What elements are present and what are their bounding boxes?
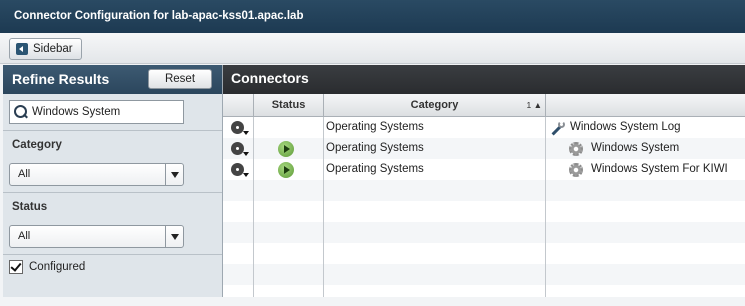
category-label: Category bbox=[12, 139, 62, 151]
divider bbox=[3, 254, 222, 255]
column-header-category[interactable]: Category 1 ▲ bbox=[324, 94, 546, 117]
window-title: Connector Configuration for lab-apac-kss… bbox=[0, 0, 745, 33]
empty-row bbox=[223, 285, 745, 306]
empty-row bbox=[223, 264, 745, 285]
row-name: Windows System Log bbox=[570, 121, 681, 133]
configured-label: Configured bbox=[29, 261, 86, 273]
column-header-actions[interactable] bbox=[223, 94, 254, 117]
divider bbox=[3, 130, 222, 131]
gear-icon bbox=[569, 142, 583, 156]
row-category: Operating Systems bbox=[326, 142, 424, 154]
sidebar-button-label: Sidebar bbox=[33, 43, 73, 55]
column-divider bbox=[545, 117, 546, 297]
status-running-icon bbox=[278, 162, 294, 178]
column-header-name[interactable] bbox=[546, 94, 745, 117]
divider bbox=[3, 192, 222, 193]
row-name: Windows System For KIWI bbox=[591, 163, 728, 175]
search-icon bbox=[14, 105, 28, 119]
refine-title: Refine Results bbox=[12, 71, 110, 87]
empty-row bbox=[223, 180, 745, 201]
row-category: Operating Systems bbox=[326, 121, 424, 133]
category-header-label: Category bbox=[410, 99, 459, 111]
connectors-title: Connectors bbox=[223, 65, 745, 94]
row-actions-gear-icon[interactable] bbox=[230, 120, 249, 135]
refine-results-panel: Refine Results Reset Windows System Cate… bbox=[3, 65, 223, 297]
table-row[interactable]: Operating Systems Windows System Log bbox=[223, 117, 745, 138]
row-actions-gear-icon[interactable] bbox=[230, 141, 249, 156]
category-select-value: All bbox=[18, 168, 31, 180]
empty-row bbox=[223, 201, 745, 222]
empty-row bbox=[223, 222, 745, 243]
category-select[interactable]: All bbox=[9, 163, 184, 186]
column-divider bbox=[323, 117, 324, 297]
reset-button[interactable]: Reset bbox=[148, 69, 212, 89]
table-row[interactable]: Operating Systems Windows System bbox=[223, 138, 745, 159]
search-value: Windows System bbox=[32, 106, 121, 118]
table-row[interactable]: Operating Systems Windows System For KIW… bbox=[223, 159, 745, 180]
wrench-icon bbox=[550, 120, 566, 136]
configured-filter[interactable]: Configured bbox=[9, 260, 85, 274]
status-select-value: All bbox=[18, 230, 31, 242]
chevron-down-icon[interactable] bbox=[165, 164, 183, 185]
empty-row bbox=[223, 243, 745, 264]
column-divider bbox=[253, 117, 254, 297]
column-header-status[interactable]: Status bbox=[254, 94, 324, 117]
toolbar: Sidebar bbox=[0, 33, 745, 64]
row-category: Operating Systems bbox=[326, 163, 424, 175]
connectors-table: Status Category 1 ▲ Operating Systems Wi… bbox=[223, 94, 745, 297]
status-select[interactable]: All bbox=[9, 225, 184, 248]
sidebar-button[interactable]: Sidebar bbox=[9, 38, 82, 60]
sort-ascending-indicator: 1 ▲ bbox=[526, 100, 542, 110]
row-name: Windows System bbox=[591, 142, 680, 154]
status-running-icon bbox=[278, 141, 294, 157]
configured-checkbox[interactable] bbox=[9, 260, 23, 274]
gear-icon bbox=[569, 163, 583, 177]
connectors-panel: Connectors Status Category 1 ▲ Operating… bbox=[223, 65, 745, 297]
refine-header: Refine Results Reset bbox=[3, 65, 222, 94]
status-label: Status bbox=[12, 201, 48, 213]
collapse-left-icon bbox=[16, 43, 28, 55]
chevron-down-icon[interactable] bbox=[165, 226, 183, 247]
search-input[interactable]: Windows System bbox=[9, 100, 184, 124]
row-actions-gear-icon[interactable] bbox=[230, 162, 249, 177]
